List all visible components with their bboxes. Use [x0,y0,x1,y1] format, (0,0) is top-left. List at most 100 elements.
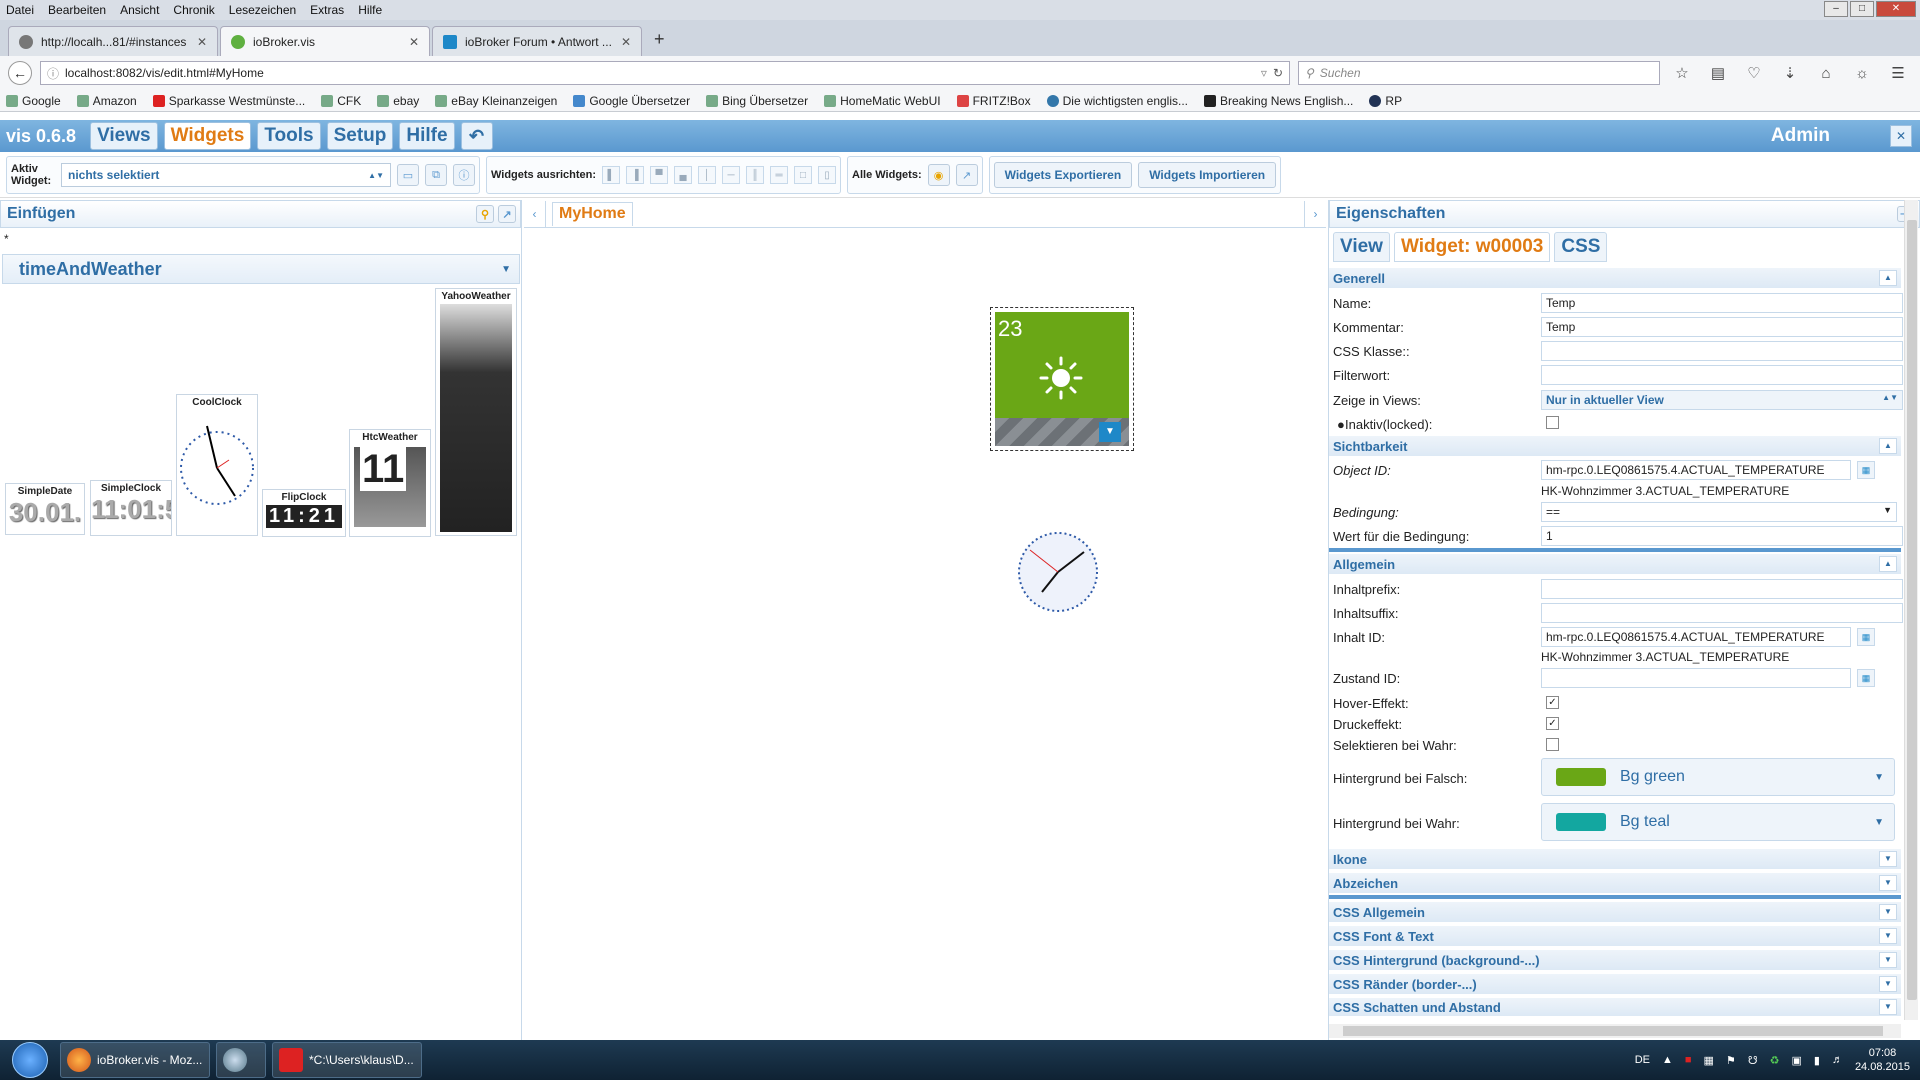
bookmark-englisch[interactable]: Die wichtigsten englis... [1046,94,1188,108]
view-tab-myhome[interactable]: MyHome [552,201,633,226]
chat-icon[interactable]: ☼ [1848,65,1876,82]
pin-icon[interactable]: ↗ [498,205,516,223]
bg-false-select[interactable]: Bg green ▼ [1541,758,1895,796]
browser-tab-iobroker-vis[interactable]: ioBroker.vis ✕ [220,26,430,56]
align-right-icon[interactable]: ▐ [626,166,645,184]
section-abzeichen[interactable]: Abzeichen ▼ [1329,873,1901,893]
close-tab-icon[interactable]: ✕ [621,35,631,49]
align-left-icon[interactable]: ▌ [602,166,621,184]
usb-icon[interactable]: ☋ [1748,1054,1758,1067]
acrobat-tray-icon[interactable]: ■ [1685,1054,1692,1066]
bookmark-google-translate[interactable]: Google Übersetzer [573,94,690,108]
section-css-background[interactable]: CSS Hintergrund (background-...) ▼ [1329,950,1901,970]
section-allgemein[interactable]: Allgemein ▲ [1329,554,1901,574]
flag-icon[interactable]: ⚑ [1726,1054,1736,1067]
section-css-border[interactable]: CSS Ränder (border-...) ▼ [1329,974,1901,994]
select-id-icon[interactable]: ▦ [1857,669,1875,687]
taskbar-editor[interactable]: *C:\Users\klaus\D... [272,1042,422,1078]
align-top-icon[interactable]: ▀ [650,166,669,184]
section-css-allgemein[interactable]: CSS Allgemein ▼ [1329,902,1901,922]
section-ikone[interactable]: Ikone ▼ [1329,849,1901,869]
align-center-h-icon[interactable]: │ [698,166,717,184]
bookmark-google[interactable]: Google [6,94,61,108]
press-checkbox[interactable]: ✓ [1546,717,1559,730]
widget-preview-flipclock[interactable]: FlipClock 11:21 [262,489,346,537]
widget-preview-simpleclock[interactable]: SimpleClock 11:01:5 [90,480,172,536]
taskbar-firefox[interactable]: ioBroker.vis - Moz... [60,1042,210,1078]
bookmark-sparkasse[interactable]: Sparkasse Westmünste... [152,94,305,108]
bookmark-kleinanzeigen[interactable]: eBay Kleinanzeigen [435,94,557,108]
resize-icon[interactable]: ↗ [955,164,978,186]
menu-ansicht[interactable]: Ansicht [120,3,159,17]
delete-icon[interactable]: ▭ [397,164,419,186]
monitor-icon[interactable]: ▣ [1791,1054,1801,1067]
state-id-field[interactable] [1541,668,1851,688]
menu-icon[interactable]: ☰ [1884,64,1912,82]
import-widgets-button[interactable]: Widgets Importieren [1138,162,1277,188]
download-icon[interactable]: ⇣ [1776,64,1804,82]
bookmark-bing-translate[interactable]: Bing Übersetzer [706,94,808,108]
lock-icon[interactable]: ◉ [927,164,950,186]
condition-value-field[interactable]: 1 [1541,526,1903,546]
close-window-button[interactable]: ✕ [1876,1,1916,17]
select-true-checkbox[interactable] [1546,738,1559,751]
section-sichtbarkeit[interactable]: Sichtbarkeit ▲ [1329,436,1901,456]
align-center-v-icon[interactable]: ─ [722,166,741,184]
start-button[interactable] [12,1042,48,1078]
condition-select[interactable]: == ▼ [1541,502,1897,522]
clock[interactable]: 07:08 24.08.2015 [1855,1046,1910,1074]
cool-clock-widget[interactable] [1016,530,1100,614]
menu-tab-tools[interactable]: Tools [257,122,321,150]
home-icon[interactable]: ⌂ [1812,65,1840,82]
hover-checkbox[interactable]: ✓ [1546,696,1559,709]
suffix-field[interactable] [1541,603,1903,623]
scrollbar-thumb[interactable] [1907,220,1917,1000]
menu-tab-widgets[interactable]: Widgets [163,122,252,150]
back-button[interactable]: ← [8,61,32,85]
url-bar[interactable]: ⓘ localhost:8082/vis/edit.html#MyHome ▿ … [40,61,1290,85]
temp-widget[interactable]: 23 ▼ [990,307,1134,451]
align-bottom-icon[interactable]: ▄ [674,166,693,184]
filter-text[interactable]: * [4,232,9,246]
search-icon[interactable]: ⚲ [476,205,494,223]
minimize-button[interactable]: – [1824,1,1848,17]
close-editor-button[interactable]: ✕ [1890,125,1912,147]
name-field[interactable]: Temp [1541,293,1903,313]
reading-list-icon[interactable]: ▤ [1704,64,1732,82]
language-indicator[interactable]: DE [1635,1054,1650,1066]
select-id-icon[interactable]: ▦ [1857,461,1875,479]
menu-extras[interactable]: Extras [310,3,344,17]
close-tab-icon[interactable]: ✕ [409,35,419,49]
same-height-icon[interactable]: ▯ [818,166,837,184]
search-input[interactable]: ⚲ Suchen [1298,61,1660,85]
volume-icon[interactable]: ♬ [1832,1054,1843,1066]
menu-datei[interactable]: Datei [6,3,34,17]
new-tab-button[interactable]: + [644,29,675,56]
bookmark-breaking-news[interactable]: Breaking News English... [1204,94,1353,108]
widget-preview-simpledate[interactable]: SimpleDate 30.01. [5,483,85,535]
same-width-icon[interactable]: □ [794,166,813,184]
tab-view[interactable]: View [1333,232,1390,262]
sync-icon[interactable]: ♻ [1770,1054,1780,1067]
reload-icon[interactable]: ↻ [1273,66,1283,80]
bookmark-ebay[interactable]: ebay [377,94,419,108]
horizontal-scrollbar[interactable] [1329,1024,1901,1038]
section-generell[interactable]: Generell ▲ [1329,268,1901,288]
menu-tab-setup[interactable]: Setup [326,122,394,150]
menu-lesezeichen[interactable]: Lesezeichen [229,3,296,17]
info-icon[interactable]: ⓘ [453,164,475,186]
select-id-icon[interactable]: ▦ [1857,628,1875,646]
section-css-font[interactable]: CSS Font & Text ▼ [1329,926,1901,946]
locked-checkbox[interactable] [1546,416,1559,429]
dropdown-icon[interactable]: ▿ [1261,66,1267,80]
widget-set-header[interactable]: timeAndWeather ▼ [2,254,520,284]
menu-chronik[interactable]: Chronik [173,3,214,17]
browser-tab-instances[interactable]: http://localh...81/#instances ✕ [8,26,218,56]
browser-tab-forum[interactable]: ioBroker Forum • Antwort ... ✕ [432,26,642,56]
widget-preview-coolclock[interactable]: CoolClock [176,394,258,536]
menu-tab-views[interactable]: Views [90,122,158,150]
filter-field[interactable] [1541,365,1903,385]
bookmark-fritzbox[interactable]: FRITZ!Box [956,94,1031,108]
views-select[interactable]: Nur in aktueller View ▲▼ [1541,390,1903,410]
distribute-h-icon[interactable]: ║ [746,166,765,184]
